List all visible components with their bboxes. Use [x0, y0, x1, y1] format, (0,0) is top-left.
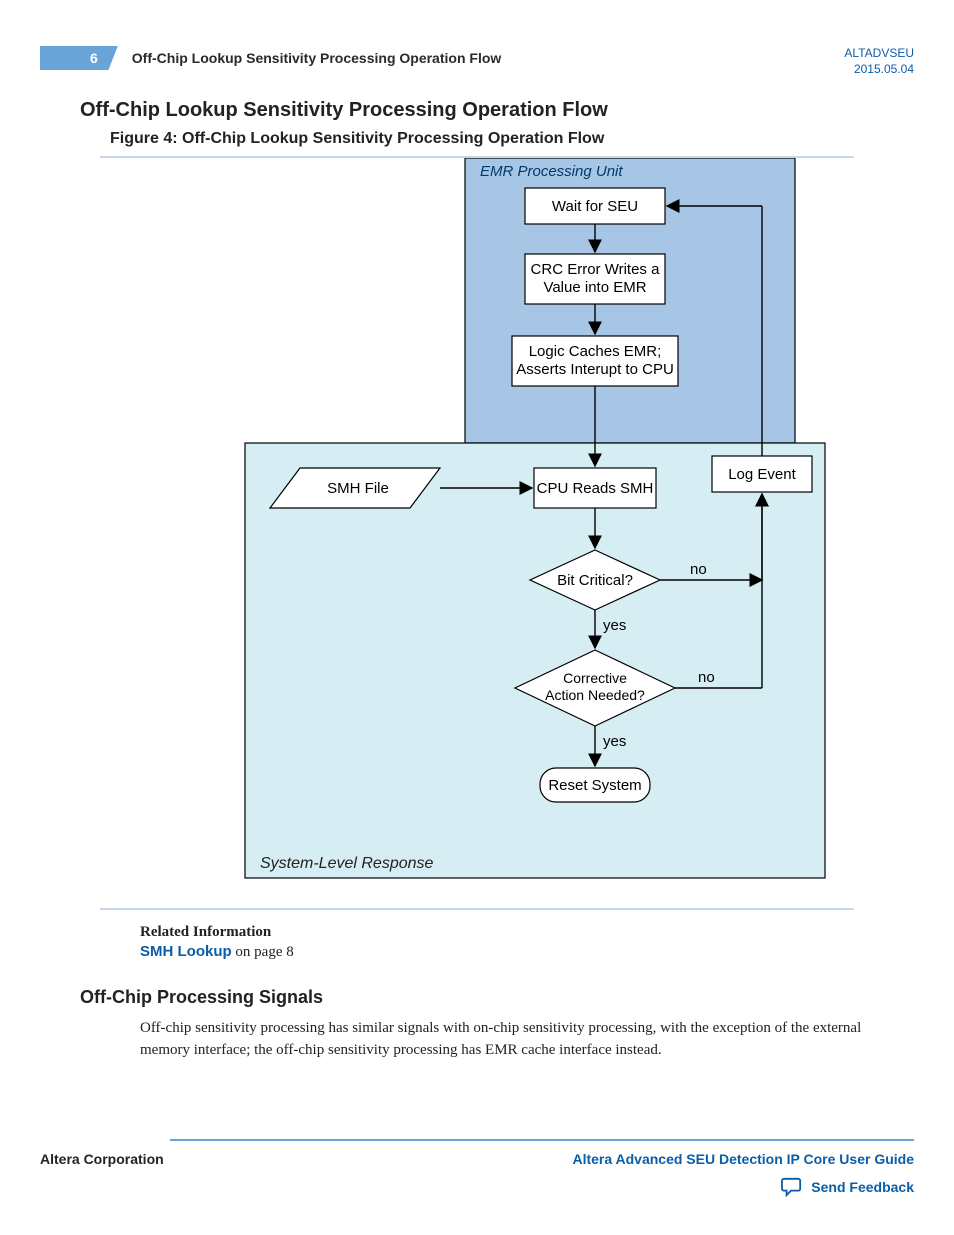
box-wait: Wait for SEU	[552, 198, 638, 215]
related-heading: Related Information	[140, 924, 914, 941]
doc-date: 2015.05.04	[844, 62, 914, 78]
box-corrective-l1: Corrective	[563, 670, 627, 686]
footer-left: Altera Corporation	[40, 1151, 164, 1167]
send-feedback-link[interactable]: Send Feedback	[811, 1179, 914, 1195]
divider-2	[100, 908, 854, 910]
label-yes-1: yes	[603, 617, 626, 634]
box-bit-critical: Bit Critical?	[557, 572, 633, 589]
box-reset: Reset System	[548, 777, 641, 794]
doc-code: ALTADVSEU	[844, 46, 914, 62]
box-logic-l1: Logic Caches EMR;	[529, 343, 662, 360]
box-log: Log Event	[728, 466, 796, 483]
body-paragraph: Off-chip sensitivity processing has simi…	[140, 1018, 874, 1062]
label-no-1: no	[690, 561, 707, 578]
label-yes-2: yes	[603, 733, 626, 750]
emr-unit-label: EMR Processing Unit	[480, 163, 623, 180]
related-suffix: on page 8	[232, 944, 294, 960]
box-crc-l1: CRC Error Writes a	[531, 261, 661, 278]
page-header: 6 Off-Chip Lookup Sensitivity Processing…	[40, 46, 914, 77]
page-footer: Altera Corporation Altera Advanced SEU D…	[40, 1139, 914, 1197]
system-response-label: System-Level Response	[260, 855, 434, 872]
section-heading-2: Off-Chip Processing Signals	[80, 987, 914, 1008]
related-link[interactable]: SMH Lookup	[140, 943, 232, 960]
feedback-icon	[781, 1177, 803, 1197]
box-smh-file: SMH File	[327, 480, 389, 497]
related-link-line: SMH Lookup on page 8	[140, 943, 914, 961]
footer-divider	[170, 1139, 914, 1141]
related-info: Related Information SMH Lookup on page 8	[140, 924, 914, 961]
box-corrective-l2: Action Needed?	[545, 687, 645, 703]
running-title: Off-Chip Lookup Sensitivity Processing O…	[132, 50, 501, 66]
header-left: 6 Off-Chip Lookup Sensitivity Processing…	[40, 46, 501, 70]
flowchart-diagram: EMR Processing Unit System-Level Respons…	[100, 158, 854, 902]
section-heading: Off-Chip Lookup Sensitivity Processing O…	[80, 99, 914, 122]
box-crc-l2: Value into EMR	[543, 279, 646, 296]
label-no-2: no	[698, 669, 715, 686]
box-cpu: CPU Reads SMH	[537, 480, 654, 497]
header-right: ALTADVSEU 2015.05.04	[844, 46, 914, 77]
box-logic-l2: Asserts Interupt to CPU	[516, 361, 674, 378]
page-number-tab: 6	[40, 46, 118, 70]
figure-caption: Figure 4: Off-Chip Lookup Sensitivity Pr…	[110, 130, 914, 148]
footer-right-link[interactable]: Altera Advanced SEU Detection IP Core Us…	[572, 1151, 914, 1167]
